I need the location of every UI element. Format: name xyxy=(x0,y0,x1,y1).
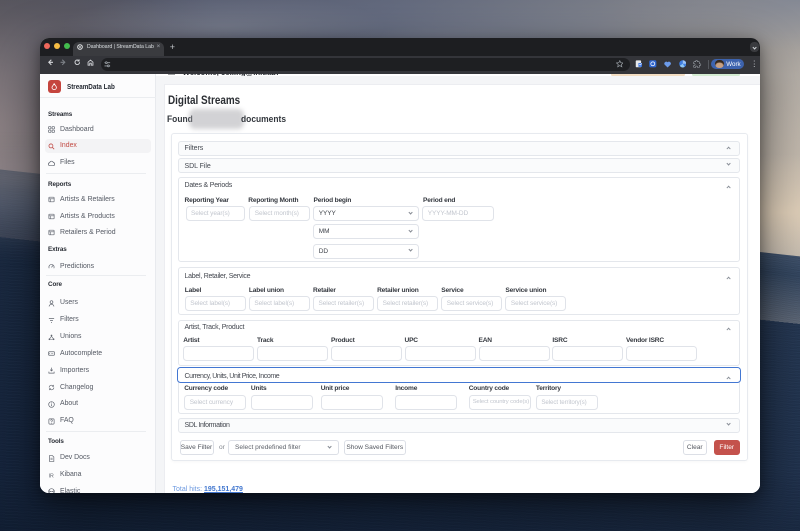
svg-text:IR: IR xyxy=(49,473,54,478)
